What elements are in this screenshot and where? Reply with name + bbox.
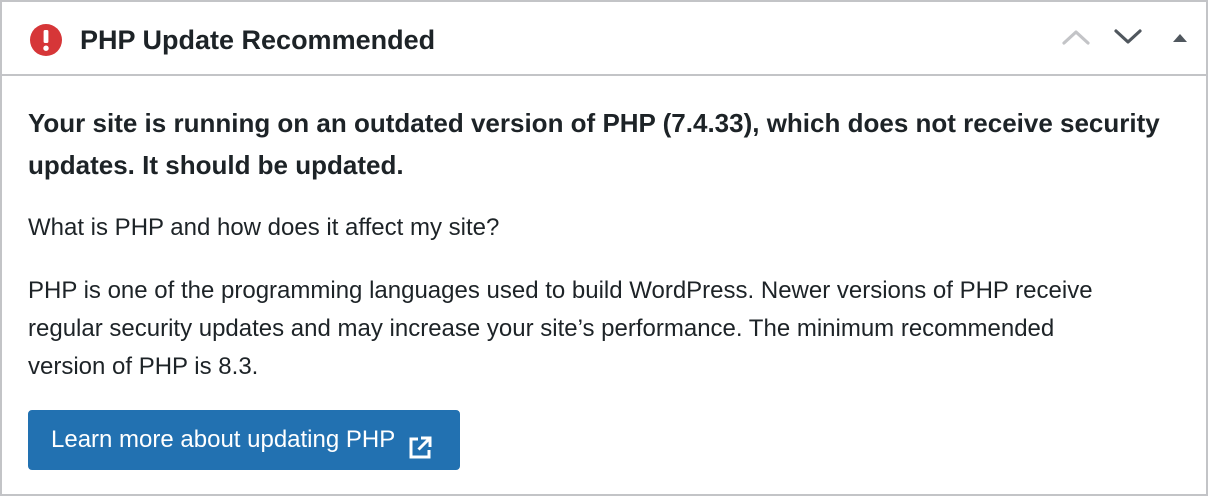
move-down-button[interactable] xyxy=(1102,2,1154,74)
error-exclamation-icon xyxy=(30,24,62,56)
chevron-up-icon xyxy=(1061,27,1091,50)
external-link-icon xyxy=(407,425,433,459)
panel-header: PHP Update Recommended xyxy=(2,2,1206,76)
php-question: What is PHP and how does it affect my si… xyxy=(28,214,500,241)
panel-handle-actions xyxy=(1050,2,1206,74)
move-up-button[interactable] xyxy=(1050,2,1102,74)
php-update-panel: PHP Update Recommended Your site is runn… xyxy=(0,0,1208,496)
learn-more-button[interactable]: Learn more about updating PHP xyxy=(28,410,461,470)
chevron-down-icon xyxy=(1113,27,1143,50)
triangle-up-icon xyxy=(1170,29,1190,48)
learn-more-label: Learn more about updating PHP xyxy=(51,426,396,453)
outdated-php-notice: Your site is running on an outdated vers… xyxy=(28,108,1160,180)
php-description: PHP is one of the programming languages … xyxy=(28,277,1093,380)
toggle-panel-button[interactable] xyxy=(1154,2,1206,74)
panel-title: PHP Update Recommended xyxy=(80,25,436,55)
